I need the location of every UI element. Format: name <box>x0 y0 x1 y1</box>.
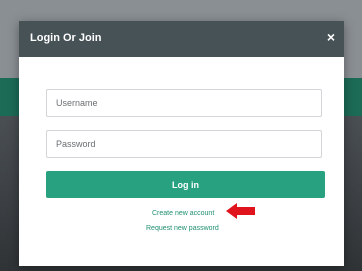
close-icon[interactable]: × <box>327 29 335 45</box>
background-page-fragment <box>350 32 352 38</box>
red-arrow-icon <box>226 203 255 219</box>
login-button[interactable]: Log in <box>46 171 325 198</box>
login-modal: Login Or Join × Log in Create new accoun… <box>19 21 344 266</box>
modal-title: Login Or Join <box>30 32 102 44</box>
modal-body: Log in Create new account Request new pa… <box>19 57 344 266</box>
password-input[interactable] <box>46 130 322 158</box>
modal-header: Login Or Join × <box>19 21 344 57</box>
username-input[interactable] <box>46 89 322 117</box>
request-password-link[interactable]: Request new password <box>146 225 219 232</box>
create-account-link[interactable]: Create new account <box>152 210 214 217</box>
